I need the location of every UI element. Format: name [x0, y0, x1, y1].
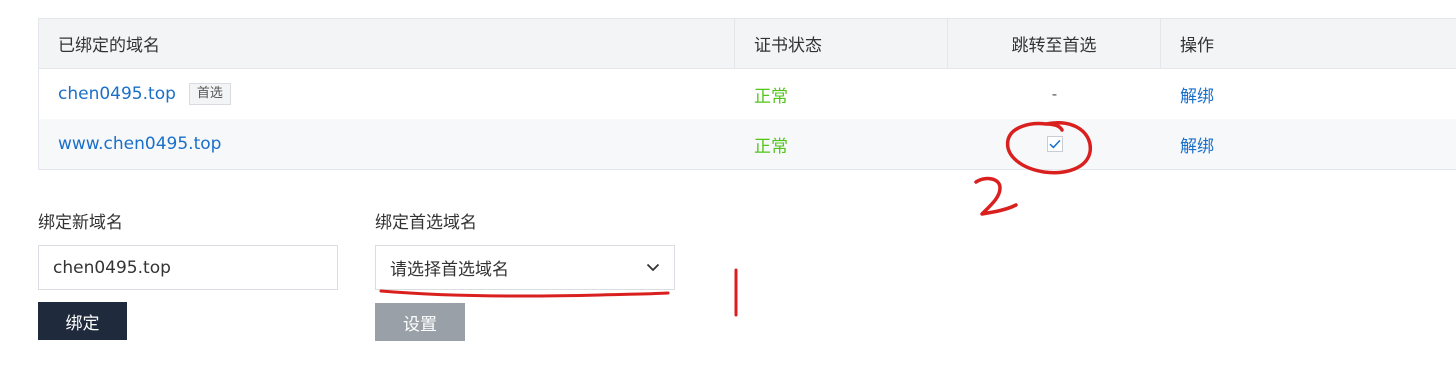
table-row: chen0495.top 首选 正常 - 解绑: [39, 69, 1456, 119]
header-redirect: 跳转至首选: [948, 19, 1161, 68]
cert-status: 正常: [754, 136, 788, 157]
preferred-badge: 首选: [188, 83, 231, 105]
table-row: www.chen0495.top 正常 解绑: [39, 119, 1456, 169]
redirect-checkbox[interactable]: [1046, 136, 1063, 152]
preferred-domain-form: 绑定首选域名: [375, 208, 477, 233]
bind-domain-form: 绑定新域名: [38, 208, 123, 233]
cert-status: 正常: [754, 86, 788, 107]
unbind-link[interactable]: 解绑: [1180, 82, 1214, 107]
check-icon: [1048, 139, 1061, 149]
bind-button[interactable]: 绑定: [38, 302, 127, 340]
set-preferred-button[interactable]: 设置: [375, 303, 465, 341]
chevron-down-icon: [646, 263, 660, 272]
table-header: 已绑定的域名 证书状态 跳转至首选 操作: [39, 19, 1456, 69]
header-cert-status: 证书状态: [735, 19, 948, 68]
domain-binding-page: 已绑定的域名 证书状态 跳转至首选 操作 chen0495.top 首选 正常 …: [0, 0, 1456, 383]
select-placeholder: 请选择首选域名: [390, 260, 509, 280]
redirect-none: -: [1051, 85, 1058, 103]
new-domain-input[interactable]: chen0495.top: [38, 245, 338, 290]
bind-domain-label: 绑定新域名: [38, 213, 123, 233]
header-domain: 已绑定的域名: [39, 19, 735, 68]
header-action: 操作: [1180, 36, 1214, 56]
bound-domains-table: 已绑定的域名 证书状态 跳转至首选 操作 chen0495.top 首选 正常 …: [38, 18, 1456, 170]
unbind-link[interactable]: 解绑: [1180, 132, 1214, 157]
preferred-domain-select[interactable]: 请选择首选域名: [375, 245, 675, 290]
domain-link[interactable]: www.chen0495.top: [58, 134, 221, 154]
domain-link[interactable]: chen0495.top: [58, 84, 176, 104]
annotation-digit-2: [974, 176, 1018, 216]
annotation-underline: [379, 289, 670, 298]
preferred-domain-label: 绑定首选域名: [375, 213, 477, 233]
